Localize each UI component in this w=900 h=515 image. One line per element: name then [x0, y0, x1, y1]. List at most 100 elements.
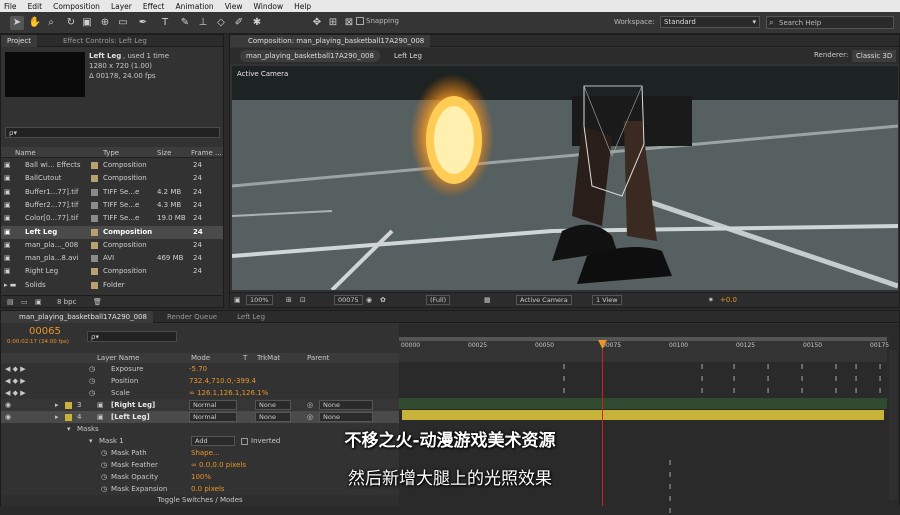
twirl-icon[interactable]: ▸	[55, 411, 59, 423]
keyframe-marker[interactable]: I	[801, 388, 806, 395]
inverted-checkbox[interactable]	[241, 438, 248, 445]
trash-icon[interactable]: 🗑	[93, 298, 102, 306]
property-value[interactable]: 732.4,710.0,-399.4	[189, 375, 256, 387]
parent-pickwhip-icon[interactable]: ◎	[307, 411, 313, 423]
keyframe-marker[interactable]: I	[767, 376, 772, 383]
property-row[interactable]: ◀ ◆ ▶ ◷ Exposure -5.70	[1, 363, 399, 375]
twirl-icon[interactable]: ▾	[67, 423, 71, 435]
keyframe-marker[interactable]: I	[733, 364, 738, 371]
project-item[interactable]: ▣ Buffer2...77].tif TIFF Se...e 4.3 MB 2…	[1, 199, 223, 212]
breadcrumb-left-leg[interactable]: Left Leg	[394, 50, 422, 62]
label-color-swatch[interactable]	[91, 255, 98, 263]
keyframe-marker[interactable]: I	[701, 364, 706, 371]
label-color-swatch[interactable]	[91, 281, 98, 289]
keyframe-marker[interactable]: I	[879, 388, 884, 395]
timecode[interactable]: 00065	[29, 326, 61, 337]
menu-item-composition[interactable]: Composition	[53, 2, 100, 11]
zoom-select[interactable]: 100%	[246, 295, 273, 305]
roi-icon[interactable]: ⊡	[300, 296, 306, 304]
label-color-swatch[interactable]	[91, 215, 98, 223]
keyframe-marker[interactable]: I	[855, 376, 860, 383]
stopwatch-icon[interactable]: ◷	[101, 447, 107, 459]
stopwatch-icon[interactable]: ◷	[89, 375, 95, 387]
keyframe-nav-icon[interactable]: ◀ ◆ ▶	[5, 363, 26, 375]
visibility-icon[interactable]: ◉	[5, 399, 11, 411]
keyframe-nav-icon[interactable]: ◀ ◆ ▶	[5, 387, 26, 399]
keyframe-marker[interactable]: I	[801, 364, 806, 371]
tab-left-leg[interactable]: Left Leg	[231, 311, 271, 323]
stopwatch-icon[interactable]: ◷	[101, 459, 107, 471]
keyframe-marker[interactable]: I	[669, 508, 674, 515]
keyframe-marker[interactable]: I	[855, 364, 860, 371]
clone-tool-icon[interactable]: ⊥	[196, 16, 210, 30]
trkmat-select[interactable]: None	[255, 412, 291, 422]
col-name[interactable]: Name	[15, 149, 36, 157]
keyframe-marker[interactable]: I	[767, 364, 772, 371]
type-tool-icon[interactable]: T	[158, 16, 172, 30]
keyframe-marker[interactable]: I	[701, 388, 706, 395]
label-color-swatch[interactable]	[91, 201, 98, 209]
keyframe-marker[interactable]: I	[835, 376, 840, 383]
parent-select[interactable]: None	[319, 412, 373, 422]
transparency-grid-icon[interactable]: ▦	[484, 296, 491, 304]
label-color-swatch[interactable]	[91, 228, 98, 236]
new-folder-icon[interactable]: ▭	[21, 298, 28, 306]
col-type[interactable]: Type	[103, 149, 119, 157]
pan-behind-tool-icon[interactable]: ⊕	[98, 16, 112, 30]
menu-item-view[interactable]: View	[225, 2, 243, 11]
grid-icon[interactable]: ⊞	[286, 296, 292, 304]
project-item[interactable]: ▣ Left Leg Composition 24	[1, 225, 223, 239]
keyframe-marker[interactable]: I	[879, 376, 884, 383]
col-parent[interactable]: Parent	[307, 354, 329, 362]
mask-property-value[interactable]: Shape...	[191, 447, 220, 459]
menu-item-layer[interactable]: Layer	[111, 2, 132, 11]
keyframe-marker[interactable]: I	[563, 376, 568, 383]
label-color-swatch[interactable]	[65, 414, 72, 421]
brush-tool-icon[interactable]: ✎	[178, 16, 192, 30]
menu-item-help[interactable]: Help	[294, 2, 311, 11]
col-mode[interactable]: Mode	[191, 354, 210, 362]
keyframe-marker[interactable]: I	[733, 376, 738, 383]
keyframe-marker[interactable]: I	[835, 364, 840, 371]
keyframe-marker[interactable]: I	[801, 376, 806, 383]
tab-render-queue[interactable]: Render Queue	[161, 311, 223, 323]
label-color-swatch[interactable]	[65, 402, 72, 409]
timeline-search-input[interactable]: ρ▾	[87, 331, 177, 342]
selection-tool-icon[interactable]: ➤	[10, 16, 24, 30]
mask-property-value[interactable]: 100%	[191, 471, 211, 483]
world-axis-icon[interactable]: ⊞	[326, 16, 340, 30]
parent-pickwhip-icon[interactable]: ◎	[307, 399, 313, 411]
col-size[interactable]: Size	[157, 149, 171, 157]
property-value[interactable]: -5.70	[189, 363, 207, 375]
keyframe-marker[interactable]: I	[563, 364, 568, 371]
layer-mode-select[interactable]: Normal	[189, 412, 237, 422]
exposure-reset-icon[interactable]: ✷	[708, 296, 714, 304]
stopwatch-icon[interactable]: ◷	[101, 483, 107, 495]
twirl-icon[interactable]: ▾	[89, 435, 93, 447]
mask-name[interactable]: Mask 1	[99, 435, 124, 447]
label-color-swatch[interactable]	[91, 162, 98, 169]
comp-viewer[interactable]: Active Camera	[232, 66, 898, 290]
twirl-icon[interactable]: ▸	[55, 399, 59, 411]
keyframe-marker[interactable]: I	[669, 484, 674, 491]
view-axis-icon[interactable]: ⊠	[342, 16, 356, 30]
keyframe-marker[interactable]: I	[669, 472, 674, 479]
menu-item-effect[interactable]: Effect	[143, 2, 165, 11]
mask-mode-select[interactable]: Add	[191, 436, 235, 446]
menu-item-window[interactable]: Window	[254, 2, 284, 11]
eraser-tool-icon[interactable]: ◇	[214, 16, 228, 30]
label-color-swatch[interactable]	[91, 188, 98, 196]
keyframe-marker[interactable]: I	[855, 388, 860, 395]
layer-row[interactable]: ◉ ▸ 3 ▣ [Right Leg] Normal None ◎ None	[1, 399, 399, 411]
resolution-select[interactable]: (Full)	[426, 295, 451, 305]
local-axis-icon[interactable]: ✥	[310, 16, 324, 30]
breadcrumb-main-comp[interactable]: man_playing_basketball17A290_008	[240, 50, 380, 62]
project-search-input[interactable]: ρ▾	[5, 127, 220, 138]
mask-tool-icon[interactable]: ▭	[116, 16, 130, 30]
bpc-label[interactable]: 8 bpc	[57, 298, 76, 306]
keyframe-marker[interactable]: I	[767, 388, 772, 395]
keyframe-marker[interactable]: I	[835, 388, 840, 395]
view-layout-select[interactable]: 1 View	[592, 295, 622, 305]
layer-name[interactable]: [Right Leg]	[111, 399, 155, 411]
new-comp-icon[interactable]: ▣	[35, 298, 42, 306]
